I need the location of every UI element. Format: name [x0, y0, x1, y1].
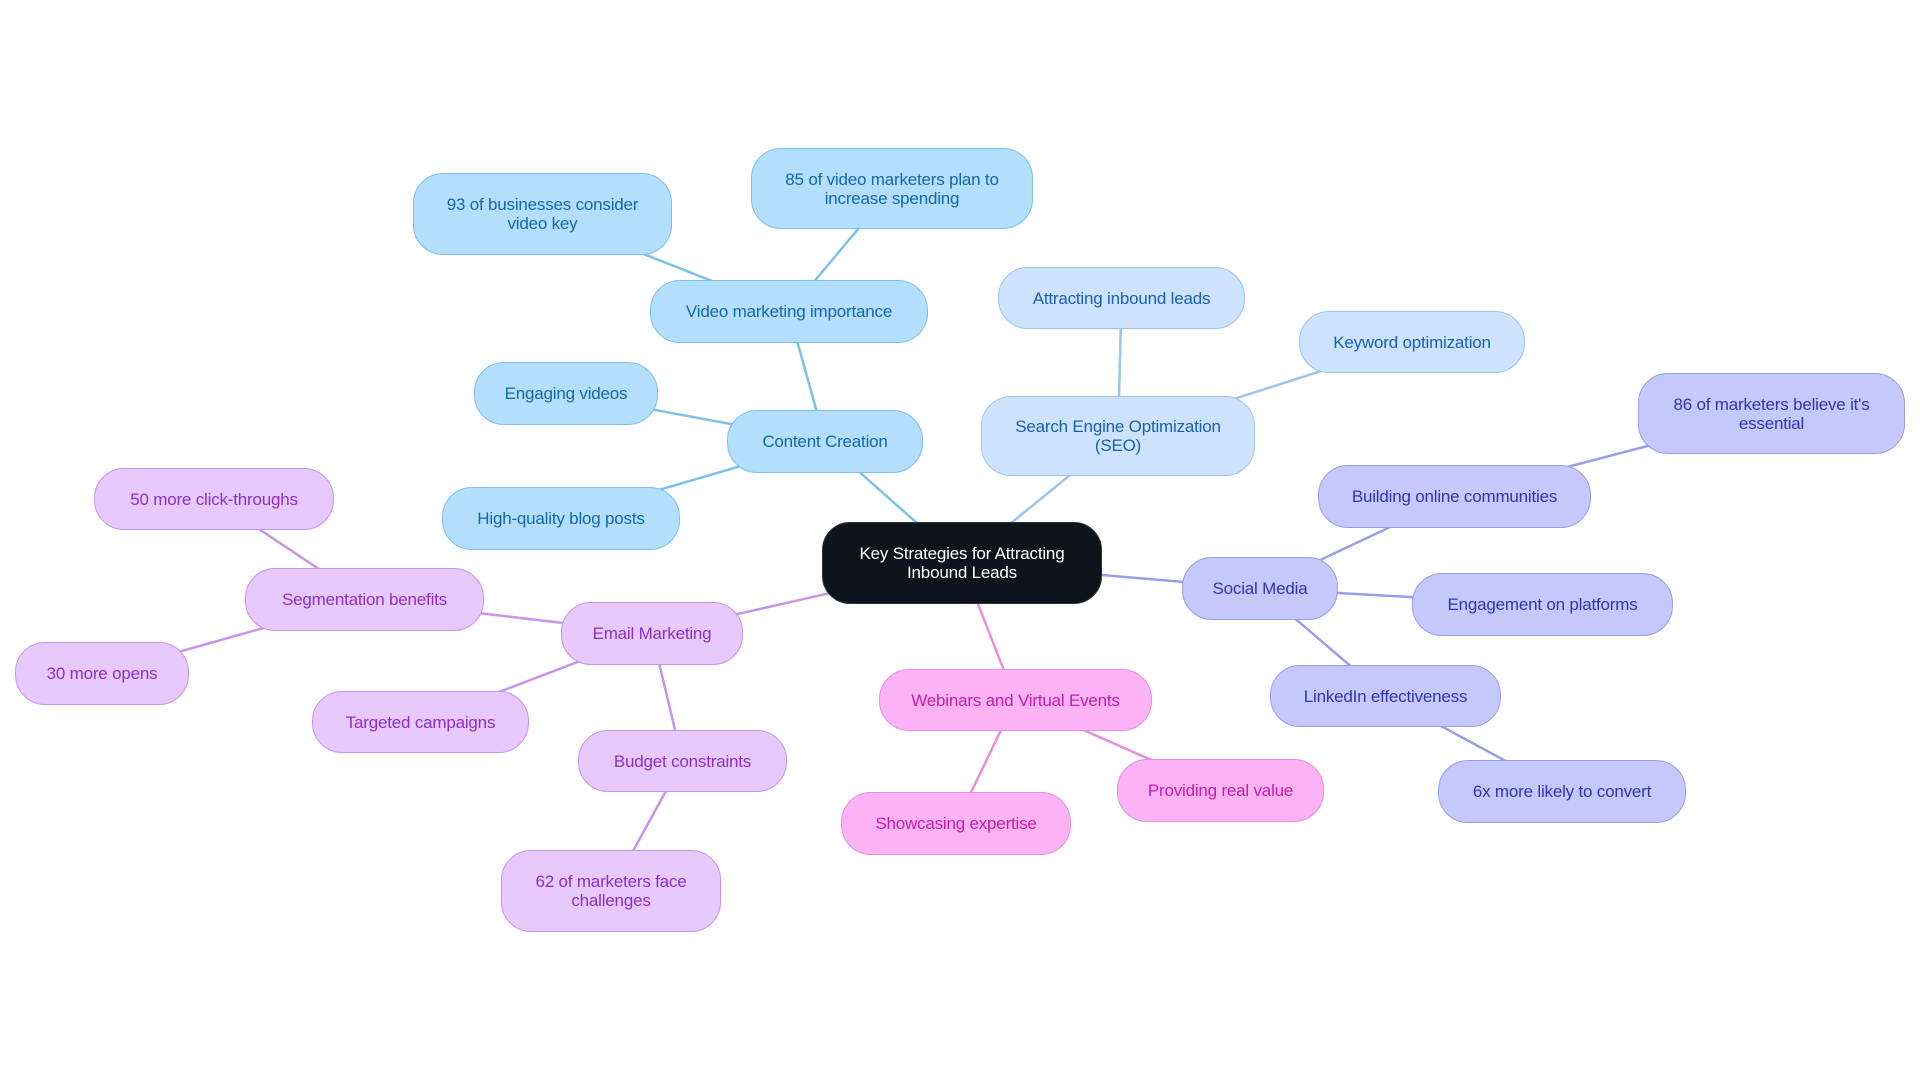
marketers-62-node[interactable]: 62 of marketers face challenges	[501, 850, 721, 932]
online-communities-node[interactable]: Building online communities	[1318, 465, 1591, 528]
real-value-node[interactable]: Providing real value	[1117, 759, 1324, 822]
keyword-optimization-node[interactable]: Keyword optimization	[1299, 311, 1525, 373]
content-creation-node[interactable]: Content Creation	[727, 410, 923, 473]
businesses-93-node[interactable]: 93 of businesses consider video key	[413, 173, 672, 255]
engaging-videos-label: Engaging videos	[504, 384, 628, 403]
segmentation-benefits-node[interactable]: Segmentation benefits	[245, 568, 484, 631]
businesses-93-line-2: video key	[507, 214, 578, 233]
blog-posts-node[interactable]: High-quality blog posts	[442, 487, 680, 550]
seo-node[interactable]: Search Engine Optimization (SEO)	[981, 396, 1255, 476]
seo-line-2: (SEO)	[1094, 436, 1142, 455]
video-marketing-importance-node[interactable]: Video marketing importance	[650, 280, 928, 343]
real-value-label: Providing real value	[1147, 781, 1294, 800]
video-marketing-importance-label: Video marketing importance	[685, 302, 893, 321]
attracting-inbound-leads-node[interactable]: Attracting inbound leads	[998, 267, 1245, 329]
convert-6x-node[interactable]: 6x more likely to convert	[1438, 760, 1686, 823]
engaging-videos-node[interactable]: Engaging videos	[474, 362, 658, 425]
opens-30-label: 30 more opens	[46, 664, 158, 683]
video-marketers-85-node[interactable]: 85 of video marketers plan to increase sp…	[751, 148, 1033, 229]
targeted-campaigns-label: Targeted campaigns	[345, 712, 496, 732]
webinars-node[interactable]: Webinars and Virtual Events	[879, 669, 1152, 731]
social-media-node[interactable]: Social Media	[1182, 557, 1338, 620]
email-marketing-label: Email Marketing	[592, 624, 712, 643]
marketers-62-line-1: 62 of marketers face	[535, 872, 687, 891]
businesses-93-line-1: 93 of businesses consider	[446, 195, 639, 214]
marketers-86-node[interactable]: 86 of marketers believe it's essential	[1638, 373, 1905, 454]
seo-line-1: Search Engine Optimization	[1015, 417, 1221, 436]
convert-6x-label: 6x more likely to convert	[1472, 782, 1652, 801]
marketers-62-line-2: challenges	[571, 891, 651, 910]
content-creation-label: Content Creation	[762, 432, 888, 451]
email-marketing-node[interactable]: Email Marketing	[561, 602, 743, 665]
targeted-campaigns-node[interactable]: Targeted campaigns	[312, 691, 529, 753]
social-media-label: Social Media	[1212, 579, 1308, 598]
online-communities-label: Building online communities	[1351, 487, 1558, 506]
budget-constraints-node[interactable]: Budget constraints	[578, 730, 787, 792]
showcasing-expertise-label: Showcasing expertise	[875, 814, 1037, 833]
engagement-platforms-node[interactable]: Engagement on platforms	[1412, 573, 1673, 636]
engagement-platforms-label: Engagement on platforms	[1447, 595, 1638, 614]
root-node[interactable]: Key Strategies for Attracting Inbound Lea…	[822, 522, 1102, 604]
linkedin-effectiveness-label: LinkedIn effectiveness	[1303, 686, 1468, 706]
root-node-line-1: Key Strategies for Attracting	[859, 544, 1065, 563]
keyword-optimization-label: Keyword optimization	[1333, 332, 1491, 352]
attracting-inbound-leads-label: Attracting inbound leads	[1032, 288, 1211, 308]
video-marketers-85-line-2: increase spending	[824, 188, 960, 208]
root-node-line-2: Inbound Leads	[907, 563, 1017, 582]
webinars-label: Webinars and Virtual Events	[911, 690, 1120, 710]
marketers-86-line-1: 86 of marketers believe it's	[1673, 394, 1870, 414]
clickthroughs-50-node[interactable]: 50 more click-throughs	[94, 468, 334, 530]
video-marketers-85-line-1: 85 of video marketers plan to	[785, 169, 999, 189]
segmentation-benefits-label: Segmentation benefits	[282, 590, 447, 609]
budget-constraints-label: Budget constraints	[613, 751, 752, 771]
marketers-86-line-2: essential	[1738, 413, 1805, 433]
showcasing-expertise-node[interactable]: Showcasing expertise	[841, 792, 1071, 855]
opens-30-node[interactable]: 30 more opens	[15, 642, 189, 705]
clickthroughs-50-label: 50 more click-throughs	[130, 489, 298, 509]
blog-posts-label: High-quality blog posts	[477, 509, 645, 528]
linkedin-effectiveness-node[interactable]: LinkedIn effectiveness	[1270, 665, 1501, 727]
